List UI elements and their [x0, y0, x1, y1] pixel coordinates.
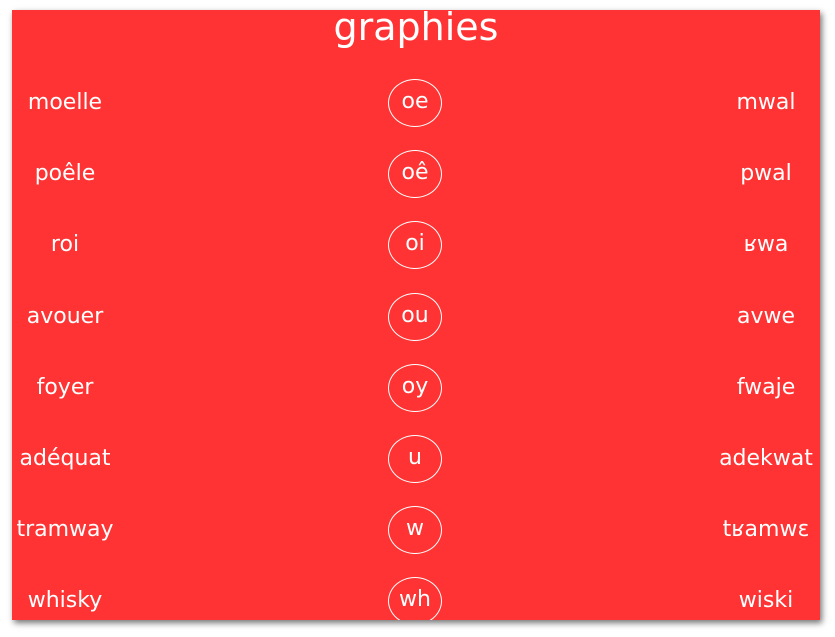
phonetic-transcription: mwal — [736, 90, 796, 115]
example-word: moelle — [27, 90, 103, 115]
grapheme-circle: w — [388, 506, 442, 554]
list-item: tramway w tʁamwɛ — [12, 500, 820, 560]
grapheme-circle: oe — [388, 79, 442, 127]
example-word: whisky — [27, 588, 103, 613]
phonetic-transcription: adekwat — [719, 446, 813, 471]
slide-panel: graphies moelle oe mwal poêle oê pwal ro… — [12, 10, 820, 620]
list-item: adéquat u adekwat — [12, 429, 820, 489]
list-item: poêle oê pwal — [12, 144, 820, 204]
grapheme-circle: wh — [388, 577, 442, 620]
phonetic-transcription: tʁamwɛ — [722, 517, 810, 542]
grapheme-circle: oê — [388, 150, 442, 198]
phonetic-transcription: fwaje — [736, 375, 796, 400]
example-word: tramway — [16, 517, 114, 542]
phonetic-transcription: avwe — [736, 304, 796, 329]
list-item: roi oi ʁwa — [12, 215, 820, 275]
phonetic-transcription: pwal — [740, 161, 792, 186]
example-word: poêle — [34, 161, 96, 186]
example-word: roi — [50, 232, 80, 257]
grapheme-circle: ou — [388, 293, 442, 341]
phonetic-transcription: ʁwa — [743, 232, 789, 257]
example-word: foyer — [36, 375, 94, 400]
example-word: adéquat — [19, 446, 111, 471]
grapheme-circle: oy — [388, 364, 442, 412]
example-word: avouer — [26, 304, 104, 329]
list-item: avouer ou avwe — [12, 287, 820, 347]
list-item: foyer oy fwaje — [12, 358, 820, 418]
phonetic-transcription: wiski — [738, 588, 794, 613]
grapheme-list: moelle oe mwal poêle oê pwal roi oi ʁwa … — [12, 10, 820, 620]
grapheme-circle: oi — [388, 221, 442, 269]
list-item: whisky wh wiski — [12, 571, 820, 620]
list-item: moelle oe mwal — [12, 73, 820, 133]
grapheme-circle: u — [388, 435, 442, 483]
